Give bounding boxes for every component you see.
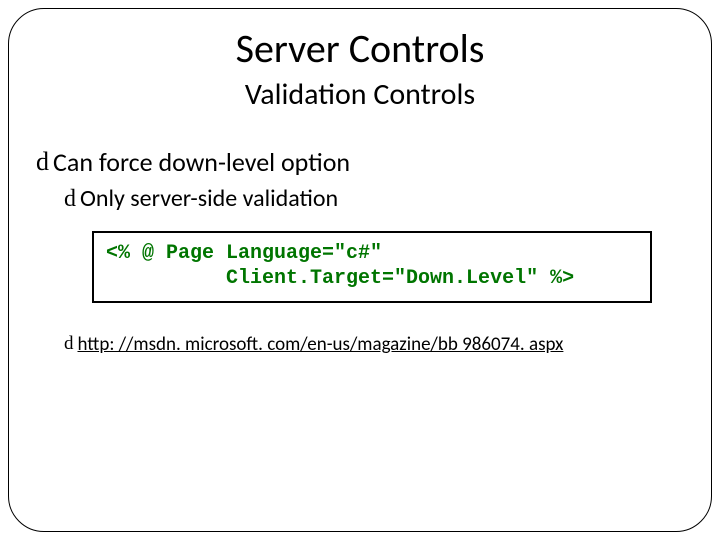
bullet-level-1: d Can force down-level option [36,146,684,178]
slide-body: d Can force down-level option d Only ser… [36,146,684,356]
slide-title: Server Controls [0,24,720,73]
bullet-level-2: d Only server-side validation [64,184,684,213]
bullet-glyph-icon: d [36,149,49,175]
bullet-text: Only server-side validation [80,184,338,213]
bullet-glyph-icon: d [64,334,74,353]
reference-link[interactable]: http: //msdn. microsoft. com/en-us/magaz… [78,333,564,356]
slide-subtitle: Validation Controls [0,76,720,113]
code-line: <% @ Page Language="c#" [106,241,638,266]
bullet-text: Can force down-level option [53,146,350,178]
bullet-glyph-icon: d [64,187,76,211]
code-box: <% @ Page Language="c#" Client.Target="D… [92,231,652,303]
slide: Server Controls Validation Controls d Ca… [0,0,720,540]
bullet-link: d http: //msdn. microsoft. com/en-us/mag… [64,333,684,356]
code-line: Client.Target="Down.Level" %> [106,266,638,291]
